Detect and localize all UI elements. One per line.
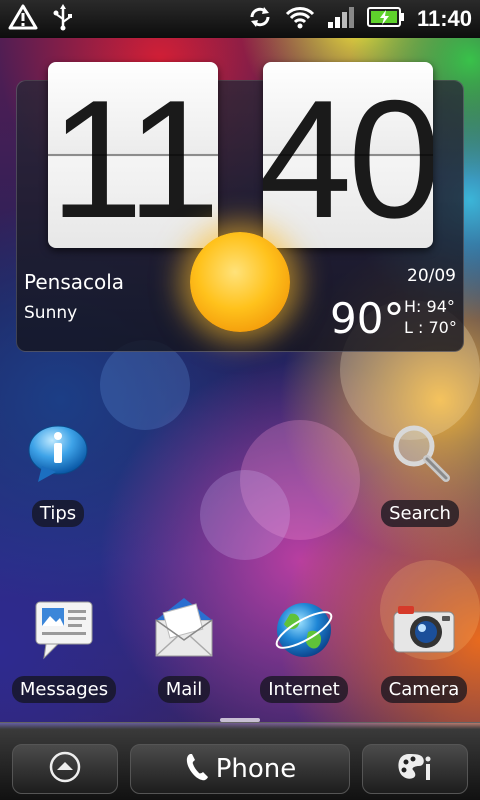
warning-icon bbox=[8, 4, 38, 34]
up-arrow-icon bbox=[48, 750, 82, 788]
weather-temperature: 90° bbox=[330, 294, 405, 343]
flip-clock-minutes[interactable]: 40 bbox=[263, 62, 433, 248]
status-bar[interactable]: 11:40 bbox=[0, 0, 480, 38]
message-icon bbox=[32, 598, 96, 662]
app-label-tips: Tips bbox=[31, 500, 85, 527]
weather-low: L : 70° bbox=[404, 318, 457, 337]
app-label-internet: Internet bbox=[260, 676, 348, 703]
globe-icon bbox=[272, 598, 336, 662]
app-drawer-handle[interactable] bbox=[220, 718, 260, 722]
app-camera[interactable]: Camera bbox=[369, 598, 479, 703]
weather-date: 20/09 bbox=[407, 266, 456, 286]
app-label-search: Search bbox=[381, 500, 459, 527]
weather-high: H: 94° bbox=[404, 297, 455, 316]
bokeh-light bbox=[100, 340, 190, 430]
info-bubble-icon bbox=[26, 422, 90, 486]
personalize-icon bbox=[395, 750, 435, 788]
weather-city[interactable]: Pensacola bbox=[24, 270, 124, 294]
phone-button[interactable]: Phone bbox=[130, 744, 350, 794]
app-mail[interactable]: Mail bbox=[129, 598, 239, 703]
status-time: 11:40 bbox=[416, 6, 472, 31]
usb-icon bbox=[52, 3, 74, 35]
sun-icon bbox=[190, 232, 290, 332]
sync-icon bbox=[247, 4, 273, 34]
personalize-button[interactable] bbox=[362, 744, 468, 794]
envelope-icon bbox=[152, 598, 216, 662]
phone-handset-icon bbox=[184, 752, 210, 786]
all-apps-button[interactable] bbox=[12, 744, 118, 794]
signal-icon bbox=[327, 5, 355, 33]
bokeh-light bbox=[200, 470, 290, 560]
magnifier-icon bbox=[388, 422, 452, 486]
phone-label: Phone bbox=[215, 754, 297, 784]
app-internet[interactable]: Internet bbox=[249, 598, 359, 703]
bokeh-light bbox=[240, 420, 360, 540]
app-messages[interactable]: Messages bbox=[9, 598, 119, 703]
hours-digits: 11 bbox=[49, 65, 218, 248]
wifi-icon bbox=[285, 5, 315, 33]
app-search[interactable]: Search bbox=[365, 422, 475, 527]
app-label-messages: Messages bbox=[11, 676, 117, 703]
app-tips[interactable]: Tips bbox=[3, 422, 113, 527]
flip-clock-hours[interactable]: 11 bbox=[48, 62, 218, 248]
weather-condition: Sunny bbox=[24, 303, 78, 323]
minutes-digits: 40 bbox=[263, 65, 433, 248]
app-label-mail: Mail bbox=[157, 676, 211, 703]
camera-icon bbox=[392, 598, 456, 662]
battery-charging-icon bbox=[366, 6, 405, 32]
app-label-camera: Camera bbox=[380, 676, 468, 703]
